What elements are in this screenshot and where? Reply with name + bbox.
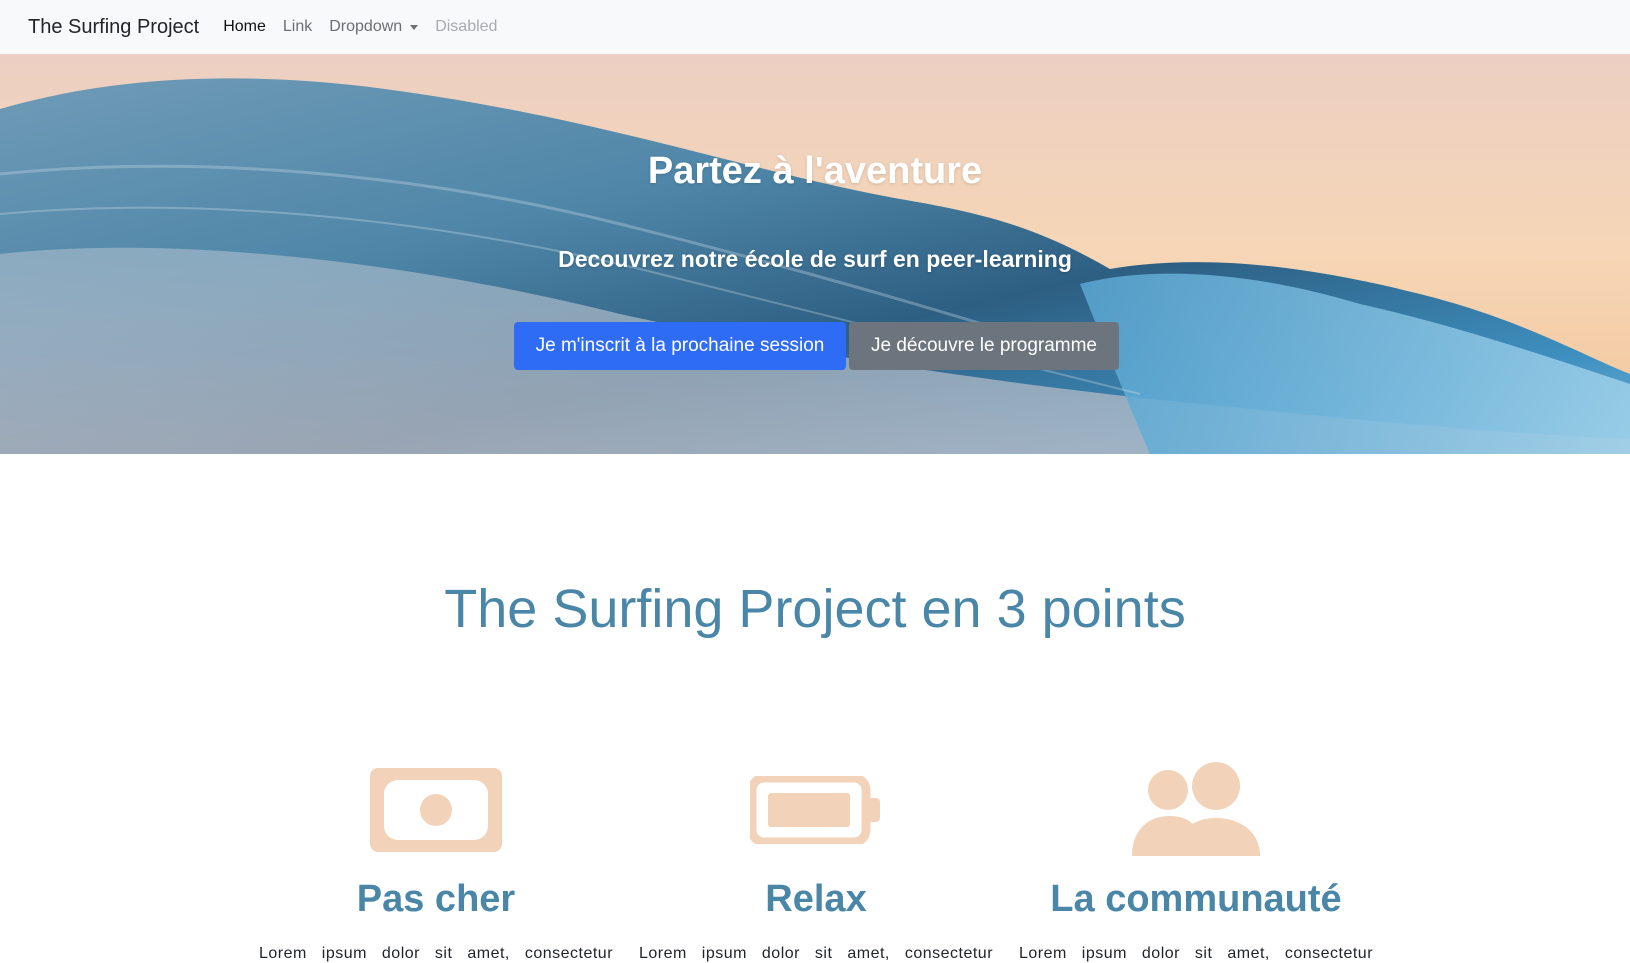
navbar-brand[interactable]: The Surfing Project bbox=[28, 16, 199, 39]
users-icon bbox=[1006, 760, 1386, 860]
hero-title: Partez à l'aventure bbox=[647, 150, 983, 192]
program-button[interactable]: Je découvre le programme bbox=[849, 322, 1119, 370]
feature-text: Lorem ipsum dolor sit amet, consectetur bbox=[1018, 945, 1374, 962]
points-section-title: The Surfing Project en 3 points bbox=[444, 579, 1186, 639]
hero-banner: Partez à l'aventure Decouvrez notre écol… bbox=[0, 54, 1630, 454]
feature-text: Lorem ipsum dolor sit amet, consectetur bbox=[258, 945, 614, 962]
caret-down-icon bbox=[410, 24, 419, 30]
nav-item-dropdown[interactable]: Dropdown bbox=[329, 18, 419, 36]
money-bill-icon bbox=[246, 760, 626, 860]
nav-item-link[interactable]: Link bbox=[283, 18, 312, 36]
nav-item-home[interactable]: Home bbox=[223, 18, 266, 36]
feature-title: La communauté bbox=[1050, 878, 1342, 920]
feature-card-price: Pas cher Lorem ipsum dolor sit amet, con… bbox=[246, 760, 626, 963]
feature-card-relax: Relax Lorem ipsum dolor sit amet, consec… bbox=[626, 760, 1006, 963]
nav-item-disabled: Disabled bbox=[435, 18, 498, 35]
feature-title: Pas cher bbox=[356, 878, 516, 920]
signup-button[interactable]: Je m'inscrit à la prochaine session bbox=[514, 322, 846, 370]
navbar: The Surfing Project Home Link Dropdown D… bbox=[0, 0, 1630, 54]
feature-card-community: La communauté Lorem ipsum dolor sit amet… bbox=[1006, 760, 1386, 963]
feature-title: Relax bbox=[765, 878, 867, 920]
nav-item-dropdown-label: Dropdown bbox=[329, 18, 403, 35]
feature-text: Lorem ipsum dolor sit amet, consectetur bbox=[638, 945, 994, 962]
battery-icon bbox=[626, 760, 1006, 860]
hero-subtitle: Decouvrez notre école de surf en peer-le… bbox=[558, 246, 1072, 272]
